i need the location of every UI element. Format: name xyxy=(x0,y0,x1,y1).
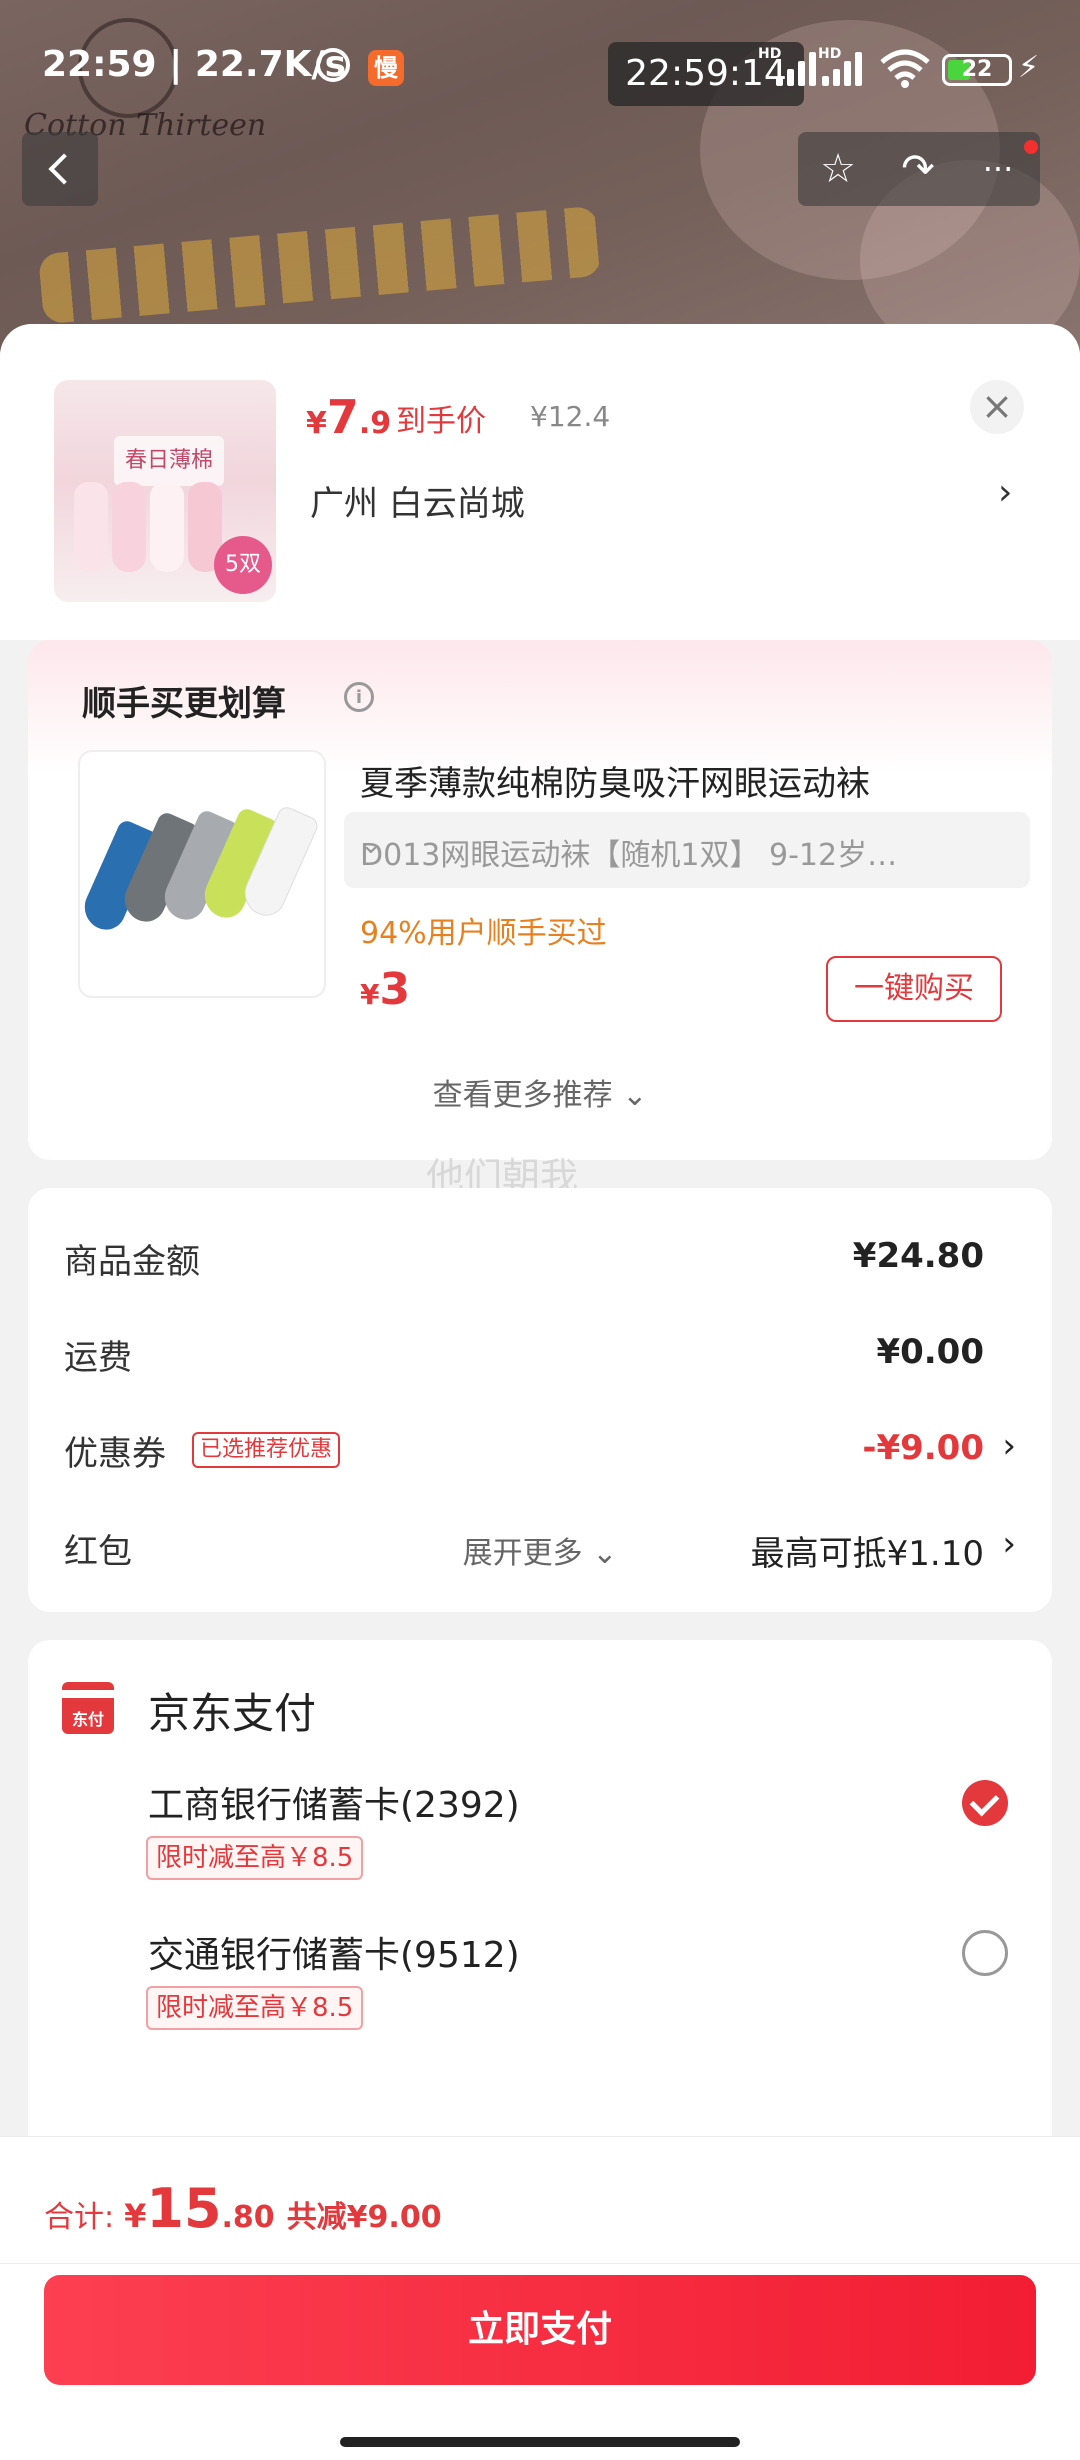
signal-icon xyxy=(776,52,822,86)
recommend-card: 顺手买更划算 i 夏季薄款纯棉防臭吸汗网眼运动袜 D013网眼运动袜【随机1双】… xyxy=(28,640,1052,1160)
shipping-value: ¥0.00 xyxy=(876,1332,984,1372)
nav-actions: ☆ ↷ ··· xyxy=(798,132,1040,206)
order-total: 合计: ¥15.80 共减¥9.00 xyxy=(44,2177,442,2240)
payment-method-title: 京东支付 xyxy=(148,1689,317,1738)
divider xyxy=(0,2263,1080,2264)
shipping-label: 运费 xyxy=(64,1338,132,1378)
pay-now-button[interactable]: 立即支付 xyxy=(44,2275,1036,2385)
product-image[interactable]: 春日薄棉 5双 xyxy=(54,380,276,602)
share-icon[interactable]: ↷ xyxy=(878,132,958,206)
goods-amount-label: 商品金额 xyxy=(64,1242,200,1282)
chevron-right-icon: › xyxy=(1002,1426,1016,1466)
more-recommendations-link[interactable]: 查看更多推荐 ⌄ xyxy=(28,1070,1052,1114)
promo-badge: 限时减至高￥8.5 xyxy=(146,1836,364,1880)
coupon-badge: 已选推荐优惠 xyxy=(192,1432,341,1468)
alarm-icon xyxy=(316,48,350,82)
slow-mode-icon: 慢 xyxy=(368,50,404,86)
product-header: 春日薄棉 5双 ¥7.9 到手价 ¥12.4 × 广州 白云尚城 › xyxy=(0,324,1080,640)
product-price: ¥7.9 xyxy=(306,390,392,444)
coupon-row[interactable]: 优惠券 已选推荐优惠 -¥9.00 › xyxy=(28,1420,1052,1480)
chevron-right-icon[interactable]: › xyxy=(998,472,1012,513)
close-icon[interactable]: × xyxy=(970,380,1024,434)
home-indicator[interactable] xyxy=(340,2437,740,2447)
promo-badge: 限时减至高￥8.5 xyxy=(146,1986,364,2030)
spec-selector[interactable]: D013网眼运动袜【随机1双】 9-12岁… ⌄ xyxy=(344,812,1030,888)
shipping-row: 运费 ¥0.00 xyxy=(28,1324,1052,1384)
radio-selected-icon[interactable] xyxy=(962,1780,1008,1826)
status-bar: 22:59 | 22.7K/s 慢 22:59:14 HD HD 22 ⚡ xyxy=(0,0,1080,120)
recommend-item-name[interactable]: 夏季薄款纯棉防臭吸汗网眼运动袜 xyxy=(360,756,870,805)
goods-amount-row: 商品金额 ¥24.80 xyxy=(28,1228,1052,1288)
product-count-badge: 5双 xyxy=(214,536,272,594)
sock-shape xyxy=(112,482,146,572)
status-time: 22:59 | 22.7K/s xyxy=(42,44,347,85)
sock-shape xyxy=(74,482,108,572)
expand-more-link[interactable]: 展开更多 ⌄ xyxy=(28,1528,1052,1572)
price-label: 到手价 xyxy=(396,404,486,439)
favorite-icon[interactable]: ☆ xyxy=(798,132,878,206)
product-image-tag: 春日薄棉 xyxy=(114,436,224,486)
one-click-buy-button[interactable]: 一键购买 xyxy=(826,956,1002,1022)
jd-pay-icon: 东付 xyxy=(62,1682,114,1734)
total-amount: 15 xyxy=(146,2177,222,2240)
charging-icon: ⚡ xyxy=(1018,50,1040,85)
info-icon[interactable]: i xyxy=(344,682,374,712)
original-price: ¥12.4 xyxy=(530,400,611,433)
banner-decoration xyxy=(38,205,602,325)
total-saved: 共减¥9.00 xyxy=(286,2200,442,2235)
radio-unselected-icon[interactable] xyxy=(962,1930,1008,1976)
recommend-image[interactable] xyxy=(78,750,326,998)
bank-card-option[interactable]: 工商银行储蓄卡(2392) xyxy=(148,1776,520,1828)
recommend-title: 顺手买更划算 xyxy=(82,684,286,724)
wifi-icon xyxy=(880,49,930,88)
notification-dot xyxy=(1024,140,1038,154)
back-button[interactable] xyxy=(22,132,98,206)
recommend-price: ¥3 xyxy=(360,964,411,1015)
goods-amount-value: ¥24.80 xyxy=(852,1236,984,1276)
coupon-label: 优惠券 xyxy=(64,1434,166,1474)
bank-card-option[interactable]: 交通银行储蓄卡(9512) xyxy=(148,1926,520,1978)
battery-level: 22 xyxy=(961,57,993,82)
total-label: 合计: xyxy=(44,2200,115,2235)
chevron-down-icon: ⌄ xyxy=(360,830,382,860)
bottom-bar: 合计: ¥15.80 共减¥9.00 立即支付 xyxy=(0,2136,1080,2460)
buyer-percent: 94%用户顺手买过 xyxy=(360,916,607,951)
sock-shape xyxy=(150,482,184,572)
coupon-value: -¥9.00 xyxy=(862,1428,984,1468)
delivery-address[interactable]: 广州 白云尚城 xyxy=(310,476,525,525)
battery-icon: 22 xyxy=(942,54,1012,86)
signal-icon xyxy=(822,52,868,86)
